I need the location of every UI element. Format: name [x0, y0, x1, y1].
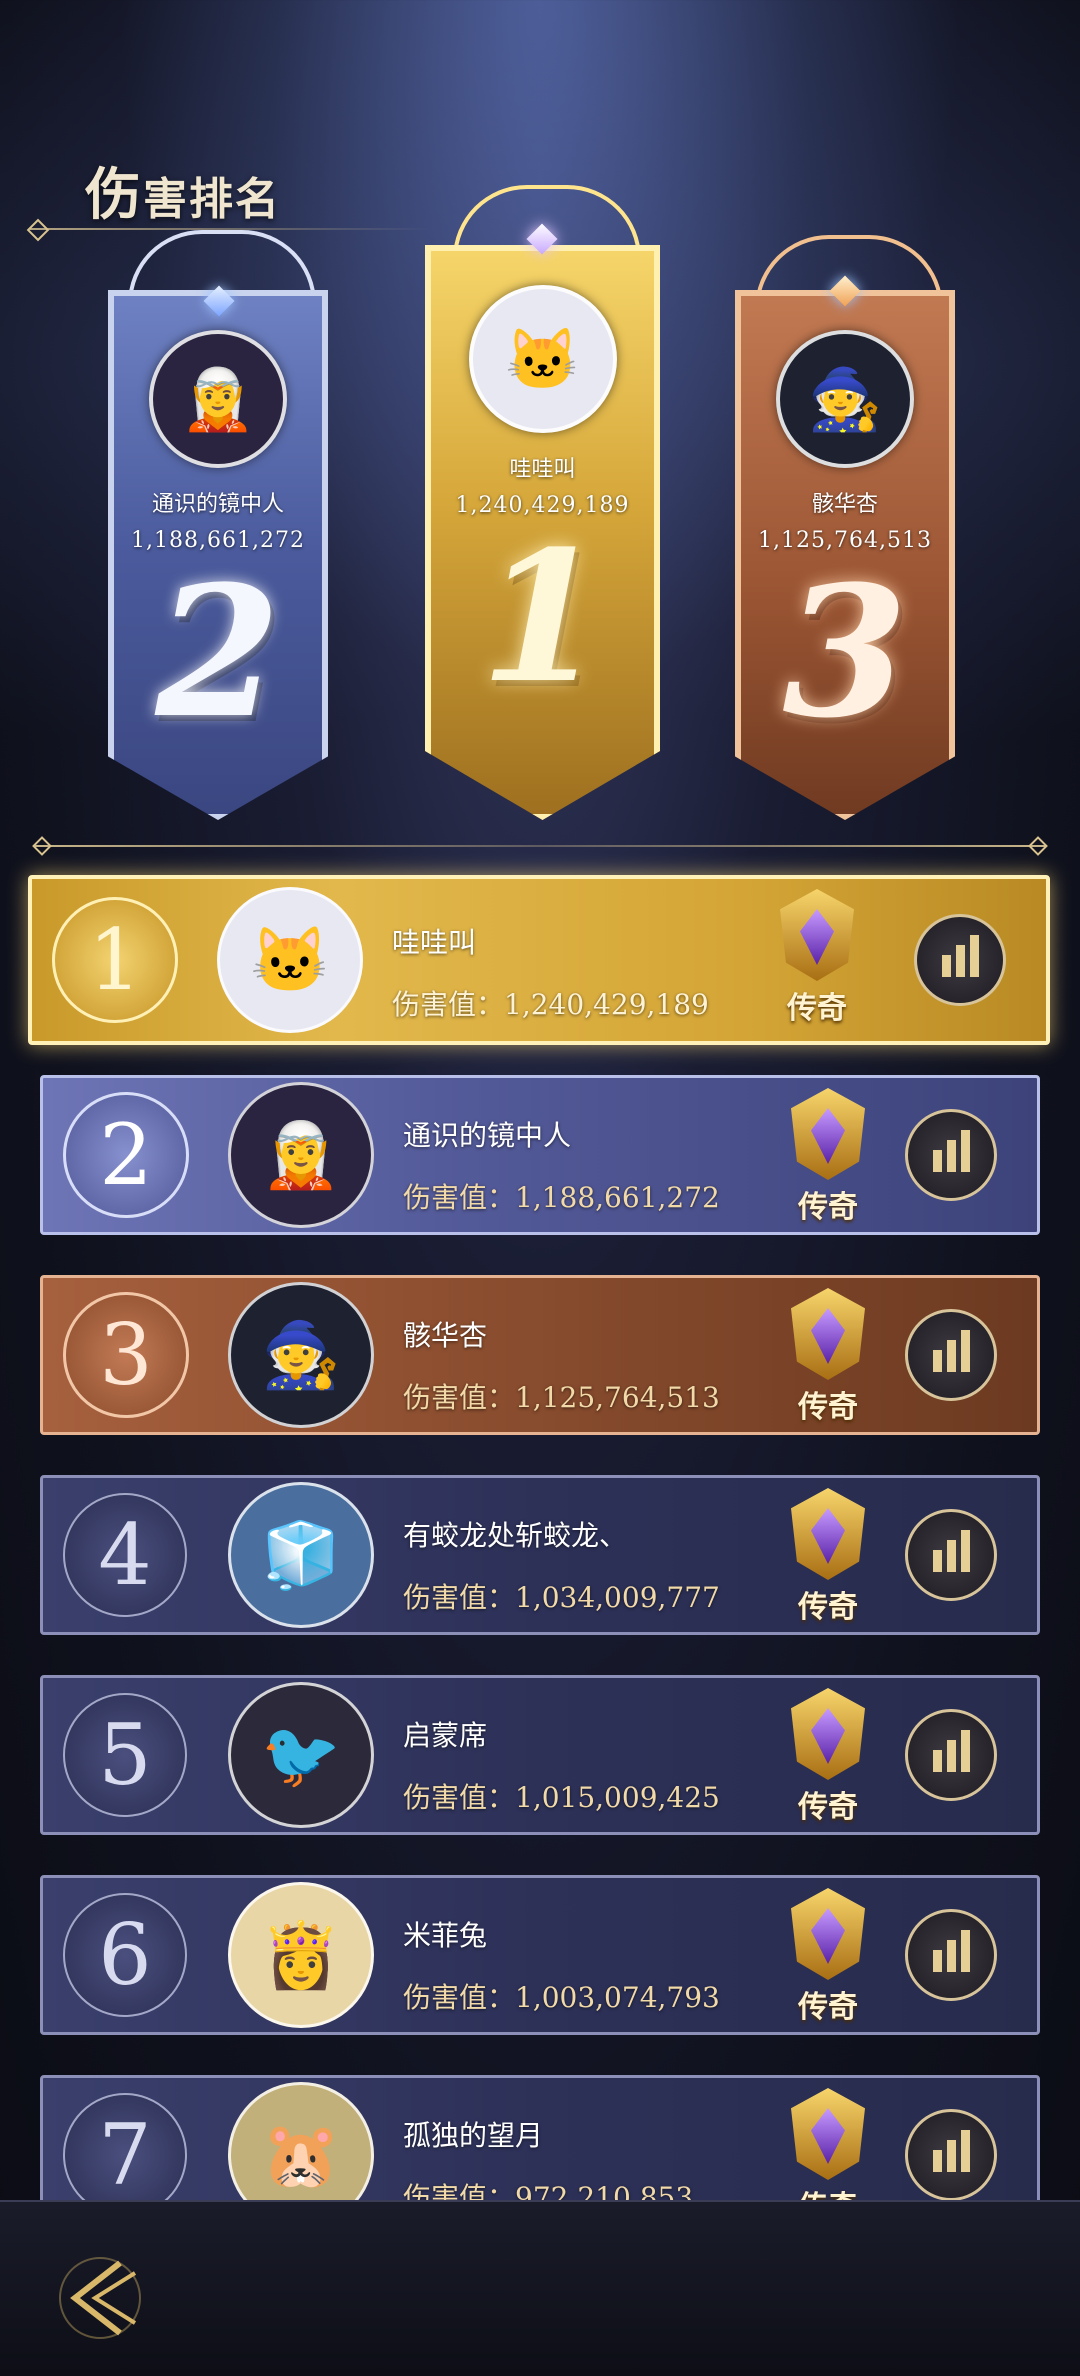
podium-banner-rank-2[interactable]: 🧝 通识的镜中人 1,188,661,272 2	[108, 290, 328, 820]
ranking-row[interactable]: 5 🐦 启蒙席 伤害值：1,015,009,425 传奇	[40, 1675, 1040, 1835]
avatar: 🧝	[228, 1082, 374, 1228]
player-name: 有蛟龙处斩蛟龙、	[403, 1519, 628, 1552]
rank-number: 6	[63, 1893, 187, 2017]
legend-label: 传奇	[798, 1790, 858, 1825]
avatar: 👸	[228, 1882, 374, 2028]
ranking-row[interactable]: 6 👸 米菲兔 伤害值：1,003,074,793 传奇	[40, 1875, 1040, 2035]
ranking-row[interactable]: 4 🧊 有蛟龙处斩蛟龙、 伤害值：1,034,009,777 传奇	[40, 1475, 1040, 1635]
bottom-bar	[0, 2200, 1080, 2376]
bar-chart-icon[interactable]	[905, 1909, 997, 2001]
rank-number: 5	[63, 1693, 187, 1817]
bar-chart-icon[interactable]	[905, 1109, 997, 1201]
legend-label: 传奇	[798, 1990, 858, 2025]
ranking-row[interactable]: 1 🐱 哇哇叫 伤害值：1,240,429,189 传奇	[28, 875, 1050, 1045]
damage-value: 伤害值：1,003,074,793	[403, 1981, 720, 2014]
podium-rank-number: 2	[155, 547, 281, 758]
player-name: 米菲兔	[403, 1919, 488, 1952]
title-rest: 害排名	[143, 174, 281, 225]
damage-value: 伤害值：1,034,009,777	[403, 1581, 720, 1614]
bar-chart-icon[interactable]	[905, 1509, 997, 1601]
bar-chart-icon[interactable]	[905, 2109, 997, 2201]
podium-name: 通识的镜中人	[151, 492, 284, 517]
title-first-char: 伤	[85, 162, 143, 228]
bar-chart-icon[interactable]	[905, 1709, 997, 1801]
ranking-row[interactable]: 3 🧙 骸华杏 伤害值：1,125,764,513 传奇	[40, 1275, 1040, 1435]
podium-rank-number: 3	[782, 547, 908, 758]
avatar: 🧝	[149, 330, 287, 468]
legend-label: 传奇	[798, 1590, 858, 1625]
podium-name: 骸华杏	[811, 492, 878, 517]
legend-rank-icon: 传奇	[773, 1286, 883, 1426]
avatar: 🧙	[228, 1282, 374, 1428]
legend-rank-icon: 传奇	[762, 887, 872, 1027]
player-name: 骸华杏	[403, 1319, 488, 1352]
player-name: 哇哇叫	[392, 926, 477, 959]
damage-value: 伤害值：1,125,764,513	[403, 1381, 720, 1414]
bar-chart-icon[interactable]	[914, 914, 1006, 1006]
damage-value: 伤害值：1,188,661,272	[403, 1181, 720, 1214]
rank-number: 4	[63, 1493, 187, 1617]
rank-number: 7	[63, 2093, 187, 2217]
legend-label: 传奇	[798, 1190, 858, 1225]
rank-number: 2	[63, 1092, 189, 1218]
avatar: 🐱	[468, 285, 617, 433]
legend-rank-icon: 传奇	[773, 1086, 883, 1226]
legend-rank-icon: 传奇	[773, 1686, 883, 1826]
ranking-row[interactable]: 2 🧝 通识的镜中人 伤害值：1,188,661,272 传奇	[40, 1075, 1040, 1235]
avatar: 🐦	[228, 1682, 374, 1828]
section-divider	[35, 845, 1045, 847]
podium-rank-number: 1	[479, 512, 606, 723]
podium-banner-rank-1[interactable]: 🐱 哇哇叫 1,240,429,189 1	[425, 245, 660, 820]
bar-chart-icon[interactable]	[905, 1309, 997, 1401]
legend-label: 传奇	[787, 991, 847, 1026]
player-name: 通识的镜中人	[403, 1119, 572, 1152]
podium-banner-rank-3[interactable]: 🧙 骸华杏 1,125,764,513 3	[735, 290, 955, 820]
back-arrow-icon[interactable]	[50, 2248, 150, 2348]
player-name: 启蒙席	[403, 1719, 488, 1752]
avatar: 🐱	[217, 887, 363, 1033]
legend-rank-icon: 传奇	[773, 1486, 883, 1626]
damage-value: 伤害值：1,240,429,189	[392, 988, 709, 1021]
page-title: 伤害排名	[85, 150, 281, 231]
damage-value: 伤害值：1,015,009,425	[403, 1781, 720, 1814]
avatar: 🧊	[228, 1482, 374, 1628]
legend-rank-icon: 传奇	[773, 1886, 883, 2026]
player-name: 孤独的望月	[403, 2119, 544, 2152]
legend-label: 传奇	[798, 1390, 858, 1425]
rank-number: 1	[52, 897, 178, 1023]
rank-number: 3	[63, 1292, 189, 1418]
podium-name: 哇哇叫	[509, 457, 576, 482]
avatar: 🧙	[776, 330, 914, 468]
